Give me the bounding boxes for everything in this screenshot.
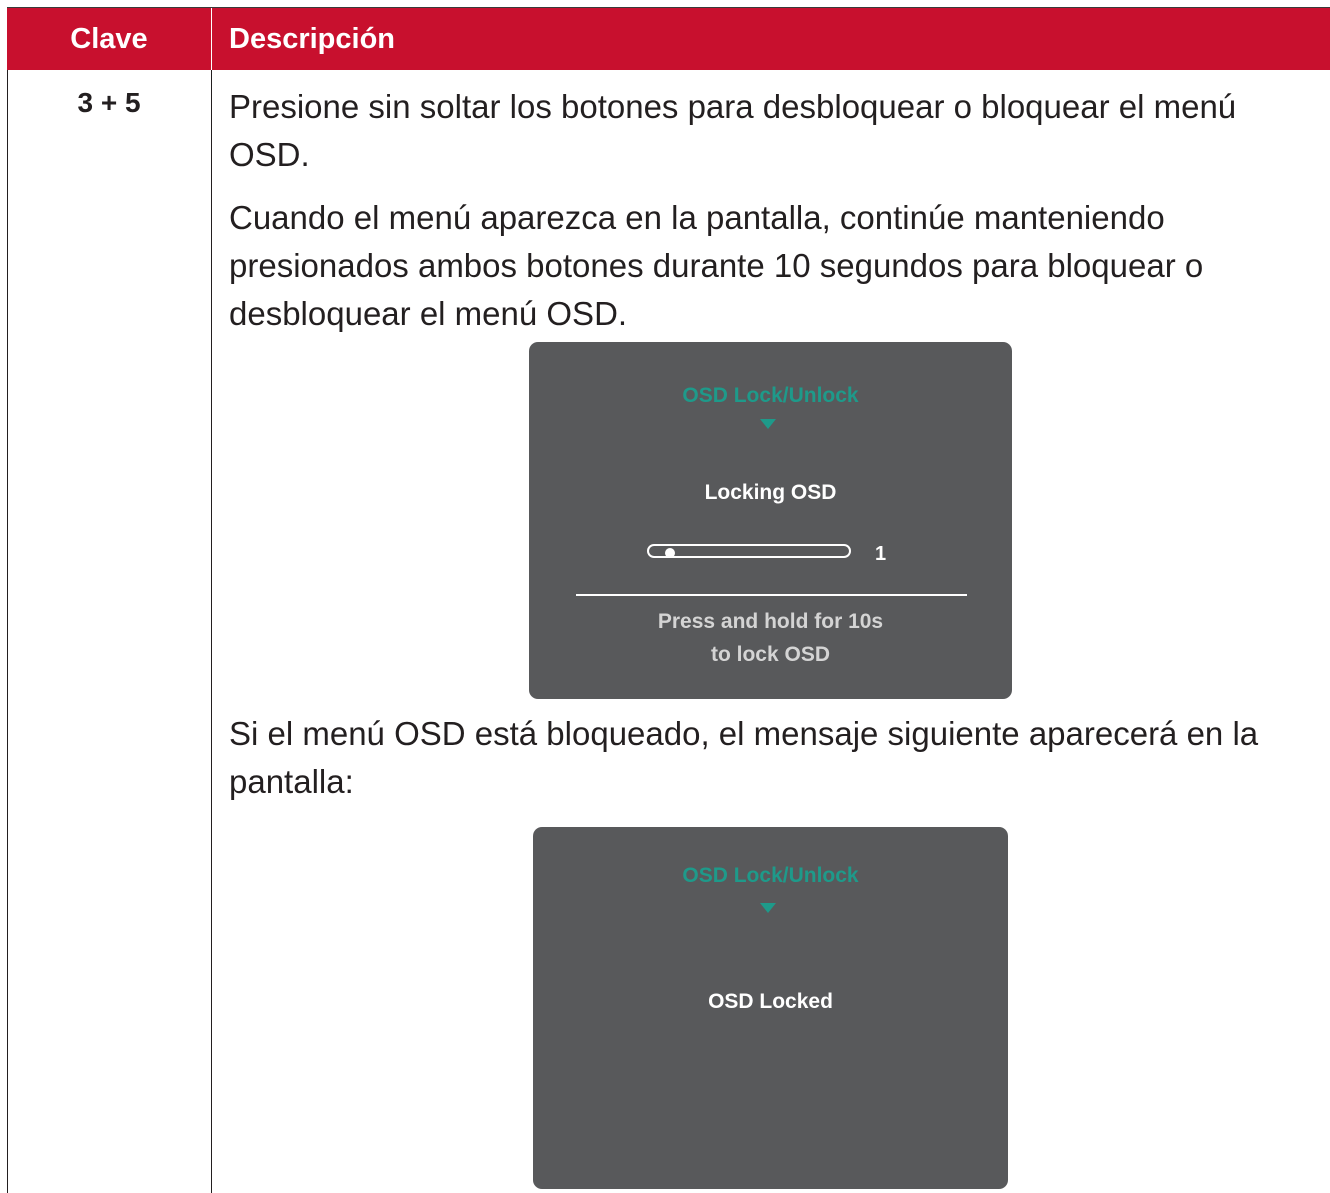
osd-title: OSD Lock/Unlock <box>682 384 859 407</box>
osd-divider <box>576 594 967 596</box>
osd-title: OSD Lock/Unlock <box>682 864 859 887</box>
header-description-label: Descripción <box>229 22 395 55</box>
osd-progress-track <box>647 544 851 558</box>
down-triangle-icon <box>760 903 776 913</box>
osd-locking-screen: OSD Lock/Unlock Locking OSD 1 Press and … <box>529 342 1012 699</box>
down-triangle-icon <box>760 419 776 429</box>
osd-hint-line-1: Press and hold for 10s <box>657 610 884 633</box>
description-table: Clave Descripción 3 + 5 Presione sin sol… <box>7 7 1330 1193</box>
osd-status: Locking OSD <box>704 481 837 504</box>
header-key-label: Clave <box>70 22 148 55</box>
osd-hint-line-2: to lock OSD <box>710 643 831 666</box>
table-header: Clave Descripción <box>7 7 1330 71</box>
description-paragraph-3: Si el menú OSD está bloqueado, el mensaj… <box>229 715 1259 800</box>
osd-progress-count: 1 <box>875 543 887 565</box>
header-column-divider <box>211 8 212 71</box>
column-divider <box>211 70 212 1193</box>
slider-knob-icon <box>665 548 675 558</box>
row-key: 3 + 5 <box>77 87 141 118</box>
description-paragraph-1: Presione sin soltar los botones para des… <box>229 88 1237 173</box>
osd-status: OSD Locked <box>708 990 833 1013</box>
table-left-border <box>7 70 8 1193</box>
description-paragraph-2: Cuando el menú aparezca en la pantalla, … <box>229 199 1204 332</box>
osd-locked-screen: OSD Lock/Unlock OSD Locked <box>533 827 1008 1189</box>
